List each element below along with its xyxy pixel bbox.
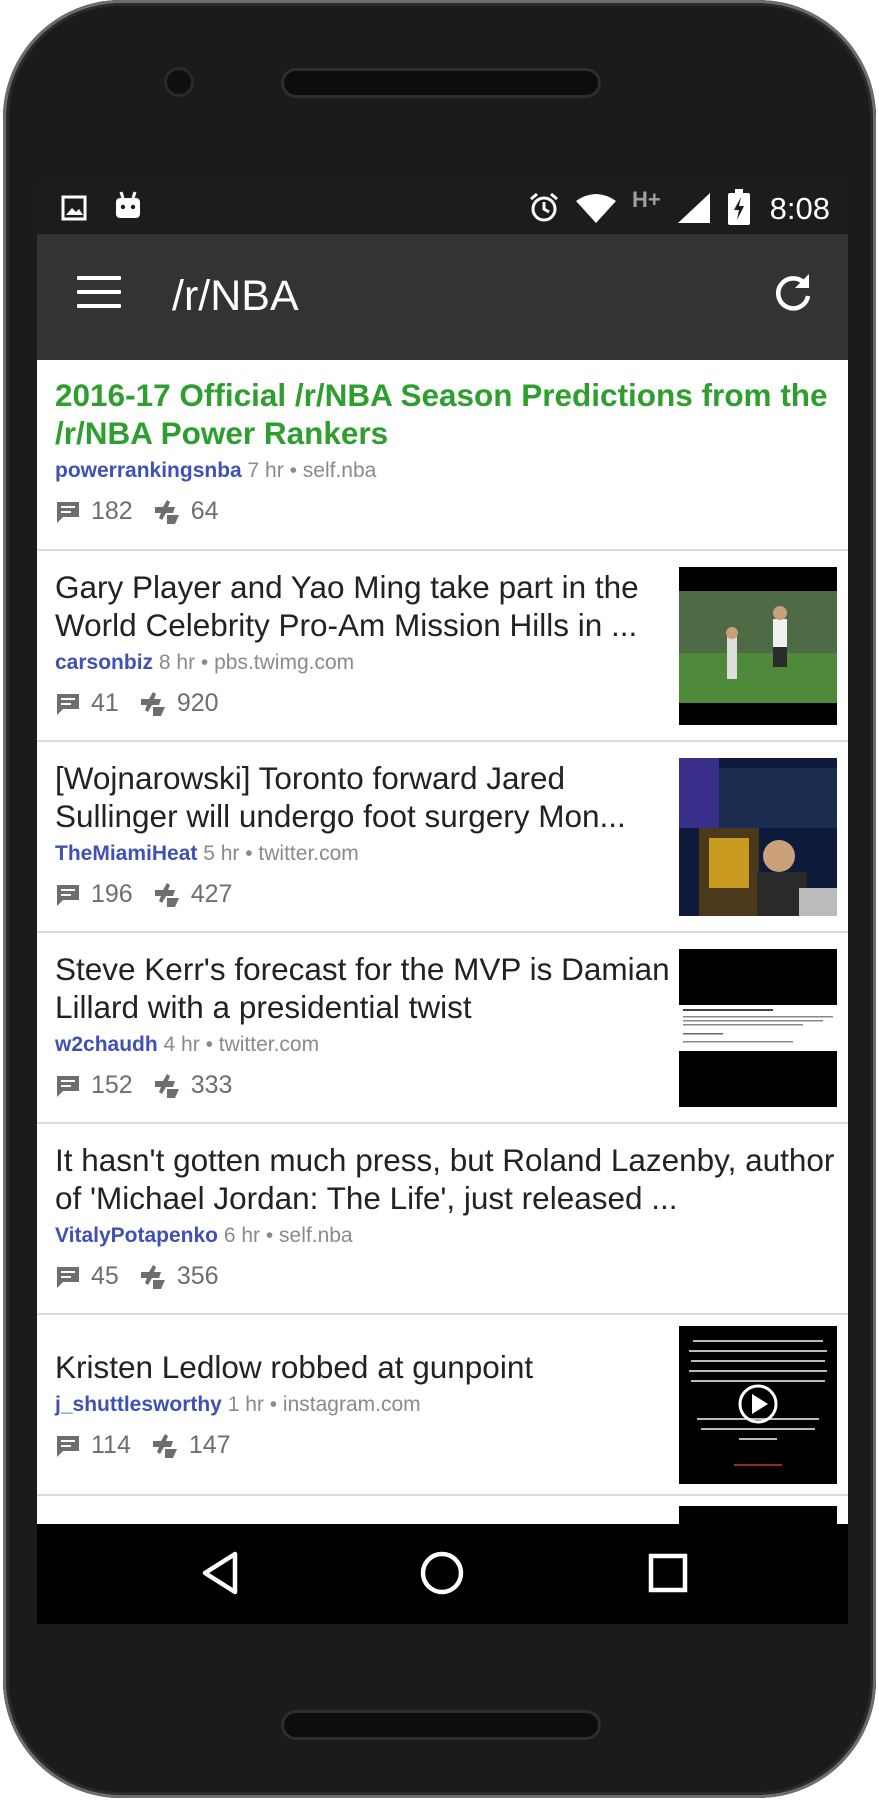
- post-stats: 45 356: [55, 1262, 835, 1291]
- vote-icon: [154, 499, 179, 524]
- post-title[interactable]: Steve Kerr's forecast for the MVP is Dam…: [55, 950, 670, 1026]
- studio-photo-image: [679, 758, 837, 916]
- post-item[interactable]: [Wojnarowski] Toronto forward Jared Sull…: [37, 742, 848, 933]
- post-item[interactable]: Kristen Ledlow robbed at gunpoint j_shut…: [37, 1315, 848, 1496]
- comment-count[interactable]: 152: [55, 1071, 133, 1100]
- post-meta: carsonbiz 8 hr • pbs.twimg.com: [55, 651, 670, 675]
- comment-icon: [57, 1435, 79, 1457]
- post-thumbnail[interactable]: [679, 758, 837, 916]
- post-meta: w2chaudh 4 hr • twitter.com: [55, 1033, 670, 1057]
- post-thumbnail[interactable]: [679, 949, 837, 1107]
- post-domain: • self.nba: [265, 1224, 353, 1247]
- post-meta: j_shuttlesworthy 1 hr • instagram.com: [55, 1393, 670, 1417]
- vote-icon: [140, 691, 165, 716]
- comment-count[interactable]: 182: [55, 497, 133, 526]
- post-title[interactable]: Gary Player and Yao Ming take part in th…: [55, 568, 670, 644]
- post-meta: VitalyPotapenko 6 hr • self.nba: [55, 1224, 835, 1248]
- page-title: /r/NBA: [172, 272, 299, 320]
- comment-icon: [57, 1266, 79, 1288]
- post-stats: 41 920: [55, 689, 670, 718]
- comment-icon: [57, 884, 79, 906]
- score[interactable]: 356: [139, 1262, 219, 1291]
- screen: H+ 8:08 /r/NBA 2016-17 Official /r/NBA S…: [37, 181, 848, 1624]
- score[interactable]: 147: [151, 1431, 231, 1460]
- post-stats: 182 64: [55, 497, 835, 526]
- app-bar: /r/NBA: [37, 234, 848, 360]
- comment-count[interactable]: 41: [55, 689, 119, 718]
- post-title[interactable]: 2016-17 Official /r/NBA Season Predictio…: [55, 376, 835, 452]
- post-item[interactable]: It hasn't gotten much press, but Roland …: [37, 1124, 848, 1315]
- post-meta: TheMiamiHeat 5 hr • twitter.com: [55, 842, 670, 866]
- post-domain: • self.nba: [289, 459, 377, 482]
- comment-count[interactable]: 196: [55, 880, 133, 909]
- battery-charging-icon: [728, 189, 750, 225]
- post-domain: • instagram.com: [269, 1393, 421, 1416]
- score[interactable]: 427: [153, 880, 232, 909]
- phone-frame: H+ 8:08 /r/NBA 2016-17 Official /r/NBA S…: [3, 0, 876, 1798]
- refresh-icon[interactable]: [771, 272, 815, 316]
- bottom-speaker: [281, 1710, 601, 1740]
- comment-count[interactable]: 114: [55, 1431, 131, 1460]
- android-icon: [116, 191, 140, 218]
- post-list: 2016-17 Official /r/NBA Season Predictio…: [37, 360, 848, 1556]
- post-author[interactable]: powerrankingsnba: [55, 459, 242, 482]
- post-meta: powerrankingsnba 7 hr • self.nba: [55, 459, 835, 483]
- post-item[interactable]: Steve Kerr's forecast for the MVP is Dam…: [37, 933, 848, 1124]
- vote-icon: [140, 1264, 165, 1289]
- comment-count[interactable]: 45: [55, 1262, 119, 1291]
- network-type-label: H+: [632, 187, 661, 212]
- post-title[interactable]: [Wojnarowski] Toronto forward Jared Sull…: [55, 759, 670, 835]
- post-author[interactable]: j_shuttlesworthy: [55, 1393, 222, 1416]
- front-camera: [164, 67, 194, 97]
- vote-icon: [152, 1433, 177, 1458]
- post-title[interactable]: It hasn't gotten much press, but Roland …: [55, 1141, 835, 1217]
- score[interactable]: 333: [153, 1071, 232, 1100]
- post-thumbnail[interactable]: [679, 567, 837, 725]
- video-text-image: [679, 1326, 837, 1484]
- alarm-icon: [530, 192, 558, 222]
- post-age: 4 hr: [163, 1033, 200, 1056]
- status-bar: H+ 8:08: [37, 181, 848, 234]
- status-clock: 8:08: [769, 191, 830, 226]
- comment-icon: [57, 501, 79, 523]
- post-domain: • pbs.twimg.com: [200, 651, 355, 674]
- earpiece-speaker: [281, 68, 601, 98]
- post-stats: 196 427: [55, 880, 670, 909]
- post-item[interactable]: 2016-17 Official /r/NBA Season Predictio…: [37, 360, 848, 551]
- post-domain: • twitter.com: [205, 1033, 320, 1056]
- post-thumbnail[interactable]: [679, 1326, 837, 1484]
- post-author[interactable]: VitalyPotapenko: [55, 1224, 218, 1247]
- golf-photo-image: [679, 567, 837, 725]
- system-nav-bar: [37, 1524, 848, 1624]
- post-domain: • twitter.com: [245, 842, 359, 865]
- vote-icon: [154, 1073, 179, 1098]
- post-item[interactable]: Gary Player and Yao Ming take part in th…: [37, 551, 848, 742]
- post-title[interactable]: Kristen Ledlow robbed at gunpoint: [55, 1348, 670, 1386]
- post-age: 1 hr: [227, 1393, 264, 1416]
- text-screenshot-image: [679, 949, 837, 1107]
- post-age: 7 hr: [247, 459, 284, 482]
- back-triangle-icon[interactable]: [197, 1548, 247, 1598]
- image-icon: [61, 195, 87, 221]
- post-age: 6 hr: [223, 1224, 261, 1247]
- post-stats: 152 333: [55, 1071, 670, 1100]
- vote-icon: [154, 882, 179, 907]
- post-author[interactable]: TheMiamiHeat: [55, 842, 197, 865]
- hamburger-menu-icon[interactable]: [77, 276, 121, 314]
- wifi-icon: [576, 194, 616, 223]
- score[interactable]: 64: [153, 497, 219, 526]
- recents-square-icon[interactable]: [643, 1548, 693, 1598]
- score[interactable]: 920: [139, 689, 219, 718]
- comment-icon: [57, 1075, 79, 1097]
- home-circle-icon[interactable]: [417, 1548, 467, 1598]
- post-author[interactable]: carsonbiz: [55, 651, 153, 674]
- post-author[interactable]: w2chaudh: [55, 1033, 158, 1056]
- post-age: 5 hr: [203, 842, 240, 865]
- post-age: 8 hr: [158, 651, 196, 674]
- post-stats: 114 147: [55, 1431, 670, 1460]
- signal-icon: [678, 193, 710, 223]
- comment-icon: [57, 693, 79, 715]
